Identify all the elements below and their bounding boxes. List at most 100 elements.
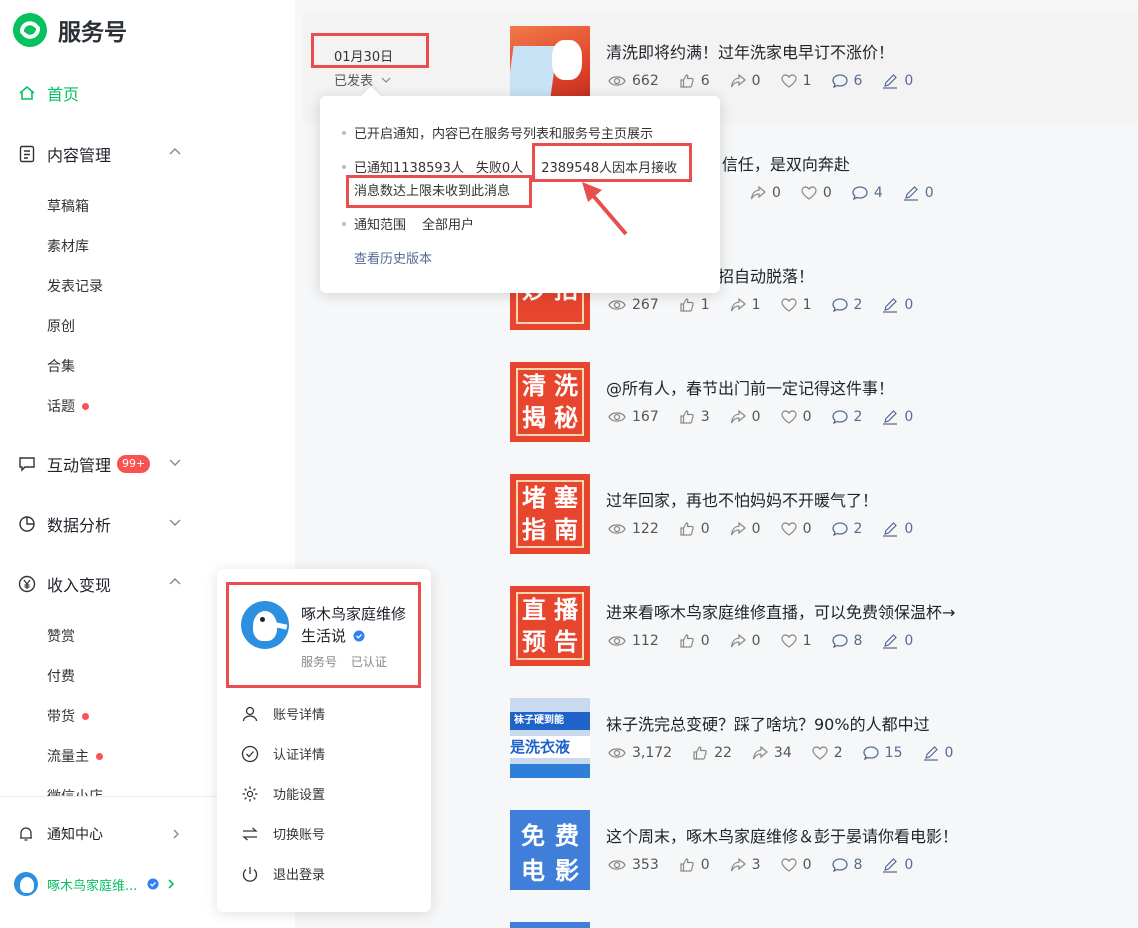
pencil-icon: [923, 746, 938, 761]
notification-center-label: 通知中心: [47, 827, 103, 843]
edit-count[interactable]: 0: [882, 857, 913, 873]
menu-switch-account[interactable]: 切换账号: [241, 824, 325, 843]
history-version-link[interactable]: 查看历史版本: [354, 248, 432, 267]
scope-label: 通知范围: [354, 218, 407, 233]
share-icon: [730, 633, 746, 648]
comment-icon: [831, 410, 848, 425]
article-title[interactable]: 进来看啄木鸟家庭维修直播，可以免费领保温杯→: [606, 599, 955, 623]
article-thumbnail: 清洗揭秘: [510, 362, 590, 442]
popover-line-scope: 通知范围 全部用户: [342, 214, 474, 233]
menu-logout[interactable]: 退出登录: [241, 864, 325, 883]
sidebar-item-drafts[interactable]: 草稿箱: [47, 196, 89, 216]
nav-content-management[interactable]: 内容管理: [18, 142, 111, 166]
edit-count[interactable]: 0: [882, 297, 913, 313]
sidebar-item-appreciation[interactable]: 赞赏: [47, 626, 75, 646]
account-menu: 啄木鸟家庭维修生活说 服务号 已认证 账号详情 认证详情 功能设置 切换账号 退…: [217, 569, 431, 912]
eye-icon: [608, 748, 626, 758]
chevron-down-icon[interactable]: [168, 455, 182, 469]
chevron-up-icon[interactable]: [168, 575, 182, 589]
sidebar-item-collections[interactable]: 合集: [47, 356, 75, 376]
share-count: 0: [750, 185, 781, 201]
list-item[interactable]: 堵塞指南 过年回家，再也不怕妈妈不开暖气了！ 122 0 0 0 2 0: [510, 474, 1130, 554]
fav-count: 1: [780, 297, 812, 313]
popover-line-limit: 消息数达上限未收到此消息: [354, 184, 511, 199]
logo[interactable]: 服务号: [12, 12, 127, 48]
edit-count[interactable]: 0: [882, 409, 913, 425]
share-icon: [752, 745, 768, 760]
nav-revenue-label: 收入变现: [47, 576, 112, 595]
menu-feature-settings[interactable]: 功能设置: [241, 784, 325, 803]
unread-dot: [82, 402, 89, 410]
list-item[interactable]: 直播预告 进来看啄木鸟家庭维修直播，可以免费领保温杯→ 112 0 0 1 8 0: [510, 586, 1130, 666]
nav-revenue[interactable]: 收入变现: [18, 572, 111, 596]
comment-count[interactable]: 4: [852, 185, 883, 201]
like-count: 0: [679, 857, 710, 873]
like-count: 6: [679, 73, 710, 89]
share-count: 0: [730, 633, 761, 649]
gear-icon: [242, 786, 258, 801]
sidebar-item-paid[interactable]: 付费: [47, 666, 75, 686]
edit-count[interactable]: 0: [903, 185, 934, 201]
comment-count[interactable]: 2: [831, 297, 862, 313]
unread-dot: [82, 712, 89, 720]
like-count: 3: [679, 409, 710, 425]
eye-icon: [608, 636, 626, 646]
comment-count[interactable]: 2: [831, 521, 862, 537]
article-thumbnail: 直播预告: [510, 586, 590, 666]
view-count: 122: [608, 521, 659, 537]
edit-count[interactable]: 0: [923, 745, 953, 761]
pie-chart-icon: [18, 515, 36, 533]
account-switcher[interactable]: 啄木鸟家庭维...: [14, 872, 177, 896]
publish-status-dropdown[interactable]: 已发表: [334, 70, 392, 89]
nav-interaction-management[interactable]: 互动管理 99+: [18, 452, 151, 476]
chevron-down-icon: [381, 77, 391, 83]
yen-icon: [18, 575, 36, 593]
check-circle-icon: [241, 745, 259, 762]
article-title[interactable]: 袜子洗完总变硬？踩了啥坑？90%的人都中过: [606, 711, 930, 735]
nav-notification-center[interactable]: 通知中心: [18, 824, 182, 844]
comment-count[interactable]: 6: [831, 73, 862, 89]
account-card[interactable]: 啄木鸟家庭维修生活说 服务号 已认证: [227, 583, 419, 687]
chevron-right-icon: [168, 879, 175, 889]
comment-count[interactable]: 8: [831, 633, 862, 649]
comment-count[interactable]: 8: [831, 857, 862, 873]
menu-verification-details[interactable]: 认证详情: [241, 744, 325, 763]
article-title[interactable]: 过年回家，再也不怕妈妈不开暖气了！: [606, 487, 878, 511]
scope-value: 全部用户: [422, 218, 475, 233]
sidebar-item-traffic-master[interactable]: 流量主: [47, 746, 103, 766]
edit-count[interactable]: 0: [882, 521, 913, 537]
fav-count: 0: [780, 409, 812, 425]
edit-count[interactable]: 0: [882, 633, 913, 649]
chevron-down-icon[interactable]: [168, 515, 182, 529]
comment-count[interactable]: 15: [863, 745, 903, 761]
account-meta: 服务号 已认证: [301, 653, 387, 670]
article-title[interactable]: @所有人，春节出门前一定记得这件事！: [606, 375, 894, 399]
nav-data-analysis[interactable]: 数据分析: [18, 512, 111, 536]
comment-icon: [831, 522, 848, 537]
chevron-up-icon[interactable]: [168, 145, 182, 159]
article-title[interactable]: 清洗即将约满！过年洗家电早订不涨价！: [606, 39, 894, 63]
list-item[interactable]: 袜子硬到能 是洗衣液 袜子洗完总变硬？踩了啥坑？90%的人都中过 3,172 22…: [510, 698, 1130, 778]
article-stats: 662 6 0 1 6 0: [608, 73, 933, 89]
edit-count[interactable]: 0: [882, 73, 913, 89]
heart-icon: [812, 746, 828, 760]
article-thumbnail: [510, 922, 590, 928]
list-item[interactable]: 清洗即将约满！过年洗家电早订不涨价！ 662 6 0 1 6 0: [510, 26, 1130, 106]
comment-count[interactable]: 2: [831, 409, 862, 425]
sidebar-item-publish-records[interactable]: 发表记录: [47, 276, 103, 296]
nav-home[interactable]: 首页: [18, 81, 79, 105]
list-item[interactable]: 清洗揭秘 @所有人，春节出门前一定记得这件事！ 167 3 0 0 2 0: [510, 362, 1130, 442]
sidebar-item-topics[interactable]: 话题: [47, 396, 89, 416]
share-count: 1: [730, 297, 761, 313]
article-title[interactable]: 这个周末，啄木鸟家庭维修＆彭于晏请你看电影！: [606, 823, 958, 847]
notified-count: 已通知1138593人: [354, 161, 464, 176]
article-stats: 112 0 0 1 8 0: [608, 633, 933, 649]
heart-icon: [780, 522, 797, 536]
list-item[interactable]: 免 费 电 影 这个周末，啄木鸟家庭维修＆彭于晏请你看电影！ 353 0 3 0 8 0: [510, 810, 1130, 890]
sidebar-item-original[interactable]: 原创: [47, 316, 75, 336]
sidebar-item-commerce[interactable]: 带货: [47, 706, 89, 726]
menu-account-details[interactable]: 账号详情: [241, 704, 325, 723]
sidebar-item-materials[interactable]: 素材库: [47, 236, 89, 256]
like-count: 1: [679, 297, 710, 313]
article-thumbnail: 袜子硬到能 是洗衣液: [510, 698, 590, 778]
